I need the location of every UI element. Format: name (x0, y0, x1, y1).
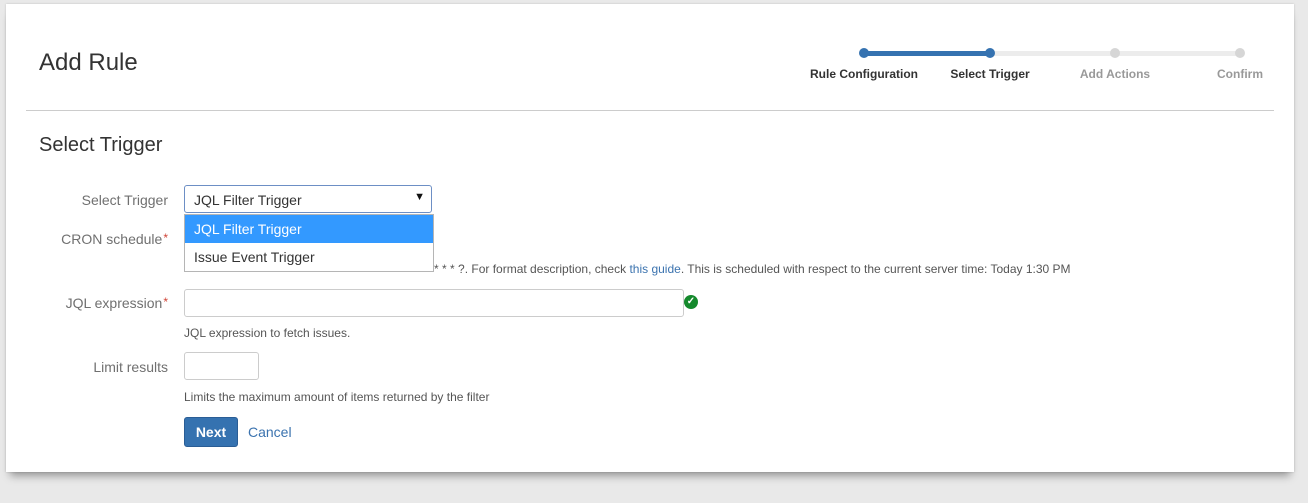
cron-help-text: * * * * ?. For format description, check (426, 262, 627, 276)
progress-step-label: Confirm (1217, 67, 1263, 81)
required-marker: * (163, 231, 168, 245)
check-circle-icon: ✓ (684, 295, 698, 309)
page-title: Add Rule (39, 49, 138, 76)
jql-label-text: JQL expression (65, 295, 163, 311)
progress-dot (1235, 48, 1245, 58)
cron-label: CRON schedule* (61, 231, 168, 247)
add-rule-panel: Add Rule Rule Configuration Select Trigg… (6, 4, 1294, 472)
trigger-option-jql-filter[interactable]: JQL Filter Trigger (185, 215, 433, 243)
trigger-label: Select Trigger (81, 192, 168, 208)
jql-expression-input[interactable] (184, 289, 684, 317)
trigger-select-value: JQL Filter Trigger (194, 192, 302, 208)
progress-step-label: Select Trigger (950, 67, 1030, 81)
progress-step-label: Add Actions (1079, 67, 1151, 81)
trigger-dropdown: JQL Filter Trigger Issue Event Trigger (184, 214, 434, 272)
cron-help: * * * * ?. For format description, check… (426, 262, 1071, 276)
trigger-option-issue-event[interactable]: Issue Event Trigger (185, 243, 433, 271)
progress-dot (1110, 48, 1120, 58)
progress-tracker: Rule Configuration Select Trigger Add Ac… (806, 42, 1272, 102)
cron-help-time: . This is scheduled with respect to the … (680, 262, 1071, 276)
format-guide-link[interactable]: this guide (629, 262, 680, 276)
jql-help: JQL expression to fetch issues. (184, 326, 351, 340)
section-title: Select Trigger (39, 134, 163, 156)
progress-step-select-trigger: Select Trigger (927, 42, 1053, 81)
progress-step-label: Rule Configuration (810, 67, 918, 81)
progress-step-confirm: Confirm (1177, 42, 1303, 81)
trigger-select[interactable]: JQL Filter Trigger ▼ (184, 185, 432, 213)
limit-label: Limit results (93, 359, 168, 375)
caret-down-icon: ▼ (414, 191, 425, 203)
progress-step-add-actions: Add Actions (1052, 42, 1178, 81)
limit-help: Limits the maximum amount of items retur… (184, 390, 490, 404)
next-button[interactable]: Next (184, 417, 238, 447)
progress-step-rule-configuration: Rule Configuration (801, 42, 927, 81)
progress-dot (985, 48, 995, 58)
required-marker: * (163, 295, 168, 309)
limit-results-input[interactable] (184, 352, 259, 380)
cron-label-text: CRON schedule (61, 231, 163, 247)
header-divider (26, 110, 1274, 111)
cancel-link[interactable]: Cancel (248, 424, 292, 440)
progress-dot (859, 48, 869, 58)
jql-label: JQL expression* (66, 295, 168, 311)
